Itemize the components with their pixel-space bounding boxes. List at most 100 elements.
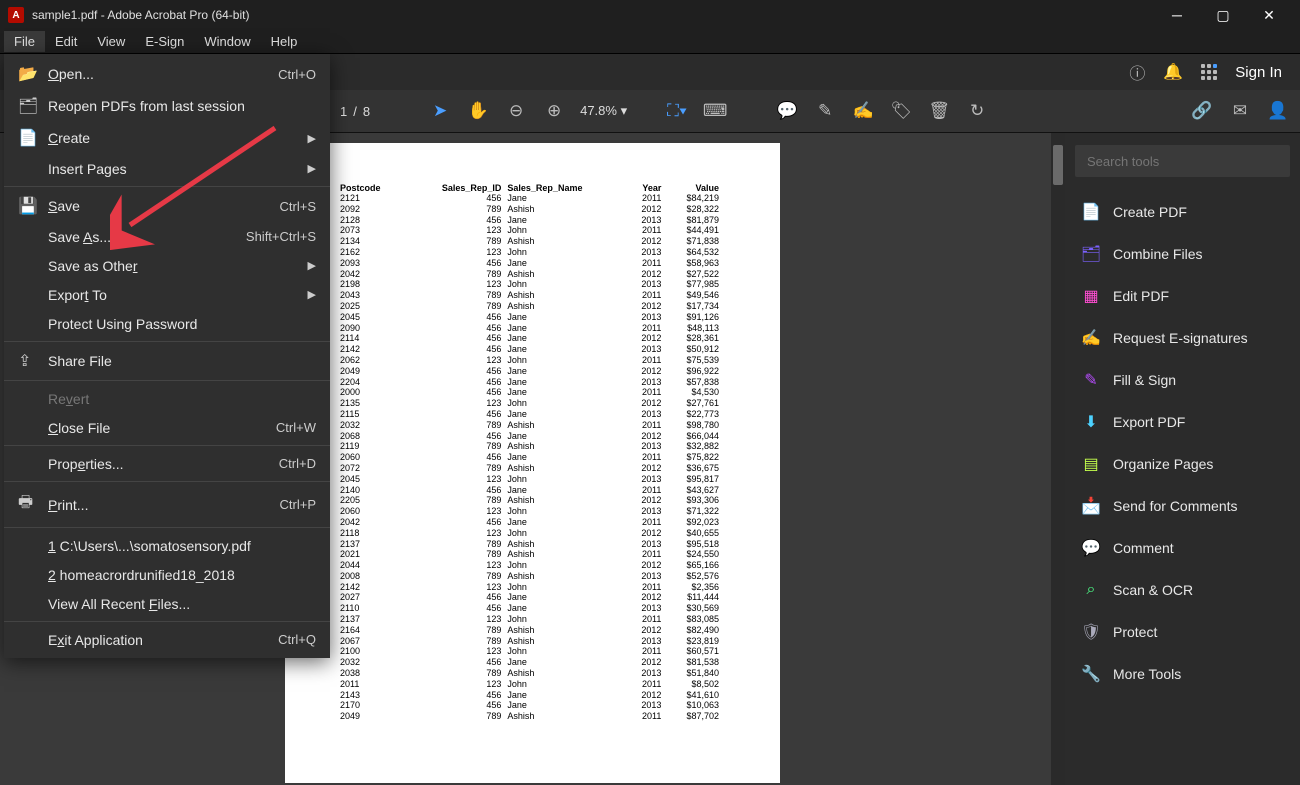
sign-in-button[interactable]: Sign In: [1235, 64, 1282, 81]
tool-label: More Tools: [1113, 666, 1181, 682]
menu-esign[interactable]: E-Sign: [135, 31, 194, 52]
email-icon[interactable]: ✉: [1228, 101, 1252, 121]
tool-request-e-signatures[interactable]: ✍Request E-signatures: [1075, 317, 1290, 359]
table-row: 2000456Jane2011$4,530: [340, 387, 725, 398]
menu-save-as[interactable]: Save As...Shift+Ctrl+S: [4, 222, 330, 251]
menu-create[interactable]: 📄Create▶: [4, 122, 330, 154]
table-row: 2049456Jane2012$96,922: [340, 366, 725, 377]
delete-icon[interactable]: 🗑: [927, 101, 951, 121]
table-row: 2032456Jane2012$81,538: [340, 657, 725, 668]
tool-fill-sign[interactable]: ✎Fill & Sign: [1075, 359, 1290, 401]
stamp-icon[interactable]: 🏷: [889, 101, 913, 121]
zoom-in-icon[interactable]: ⊕: [542, 101, 566, 121]
col-header: Year: [628, 183, 667, 193]
table-row: 2118123John2012$40,655: [340, 528, 725, 539]
pdf-page: PostcodeSales_Rep_IDSales_Rep_NameYearVa…: [285, 143, 780, 783]
table-row: 2092789Ashish2012$28,322: [340, 204, 725, 215]
tool-export-pdf[interactable]: ⬇Export PDF: [1075, 401, 1290, 443]
page-current[interactable]: 1: [340, 104, 347, 119]
close-button[interactable]: ✕: [1246, 0, 1292, 30]
menu-view[interactable]: View: [87, 31, 135, 52]
sign-icon[interactable]: ✍: [851, 101, 875, 121]
menu-protect-password[interactable]: Protect Using Password: [4, 309, 330, 338]
menu-print[interactable]: 🖶Print...Ctrl+P: [4, 485, 330, 524]
tool-more-tools[interactable]: 🔧 More Tools: [1075, 653, 1290, 695]
menu-help[interactable]: Help: [261, 31, 308, 52]
menu-open[interactable]: 📂Open...Ctrl+O: [4, 58, 330, 90]
comment-icon[interactable]: 💬: [775, 101, 799, 121]
tool-scan-ocr[interactable]: ⌕Scan & OCR: [1075, 569, 1290, 611]
table-row: 2137789Ashish2013$95,518: [340, 539, 725, 550]
read-mode-icon[interactable]: ⌨: [703, 101, 727, 121]
tool-label: Organize Pages: [1113, 456, 1213, 472]
tool-comment[interactable]: 💬Comment: [1075, 527, 1290, 569]
tool-icon: ⬇: [1081, 412, 1101, 432]
menu-save-as-other[interactable]: Save as Other▶: [4, 251, 330, 280]
search-tools-input[interactable]: [1075, 145, 1290, 177]
apps-icon[interactable]: [1201, 64, 1217, 80]
tool-edit-pdf[interactable]: ▦Edit PDF: [1075, 275, 1290, 317]
tool-label: Send for Comments: [1113, 498, 1238, 514]
tool-combine-files[interactable]: 🗂Combine Files: [1075, 233, 1290, 275]
scroll-thumb[interactable]: [1053, 145, 1063, 185]
tool-protect[interactable]: 🛡Protect: [1075, 611, 1290, 653]
menu-export-to[interactable]: Export To▶: [4, 280, 330, 309]
maximize-button[interactable]: ▢: [1200, 0, 1246, 30]
pointer-icon[interactable]: ➤: [428, 101, 452, 121]
rotate-icon[interactable]: ↻: [965, 101, 989, 121]
file-menu-dropdown: 📂Open...Ctrl+O 🗂Reopen PDFs from last se…: [4, 54, 330, 658]
table-row: 2142456Jane2013$50,912: [340, 344, 725, 355]
menu-insert-pages[interactable]: Insert Pages▶: [4, 154, 330, 183]
menu-exit[interactable]: Exit ApplicationCtrl+Q: [4, 625, 330, 654]
notifications-icon[interactable]: 🔔: [1163, 62, 1183, 82]
highlight-icon[interactable]: ✎: [813, 101, 837, 121]
table-row: 2100123John2011$60,571: [340, 646, 725, 657]
table-row: 2032789Ashish2011$98,780: [340, 420, 725, 431]
menu-edit[interactable]: Edit: [45, 31, 87, 52]
vertical-scrollbar[interactable]: [1051, 133, 1065, 785]
col-header: Sales_Rep_Name: [507, 183, 628, 193]
link-icon[interactable]: 🔗: [1190, 101, 1214, 121]
table-row: 2121456Jane2011$84,219: [340, 193, 725, 204]
menu-recent-2[interactable]: 2 homeacrordrunified18_2018: [4, 560, 330, 589]
menu-view-all-recent[interactable]: View All Recent Files...: [4, 589, 330, 618]
menu-recent-1[interactable]: 1 C:\Users\...\somatosensory.pdf: [4, 531, 330, 560]
menu-file[interactable]: File: [4, 31, 45, 52]
table-row: 2142123John2011$2,356: [340, 582, 725, 593]
menu-save[interactable]: 💾SaveCtrl+S: [4, 190, 330, 222]
menu-share-file[interactable]: ⇪Share File: [4, 345, 330, 377]
table-row: 2114456Jane2012$28,361: [340, 333, 725, 344]
menu-close-file[interactable]: Close FileCtrl+W: [4, 413, 330, 442]
menu-reopen[interactable]: 🗂Reopen PDFs from last session: [4, 90, 330, 122]
table-row: 2025789Ashish2012$17,734: [340, 301, 725, 312]
tool-icon: ⌕: [1081, 580, 1101, 600]
account-icon[interactable]: 👤: [1266, 101, 1290, 121]
table-row: 2164789Ashish2012$82,490: [340, 625, 725, 636]
help-icon[interactable]: ⓘ: [1129, 60, 1145, 84]
tool-label: Protect: [1113, 624, 1157, 640]
table-row: 2060123John2013$71,322: [340, 506, 725, 517]
table-row: 2134789Ashish2012$71,838: [340, 236, 725, 247]
minimize-button[interactable]: ─: [1154, 0, 1200, 30]
table-row: 2115456Jane2013$22,773: [340, 409, 725, 420]
table-row: 2068456Jane2012$66,044: [340, 431, 725, 442]
tool-icon: 💬: [1081, 538, 1101, 558]
tool-icon: ✍: [1081, 328, 1101, 348]
fit-width-icon[interactable]: ⛶▾: [665, 101, 689, 121]
app-icon: A: [8, 7, 24, 23]
menu-bar: File Edit View E-Sign Window Help: [0, 30, 1300, 54]
window-title: sample1.pdf - Adobe Acrobat Pro (64-bit): [32, 8, 249, 22]
table-row: 2021789Ashish2011$24,550: [340, 549, 725, 560]
menu-properties[interactable]: Properties...Ctrl+D: [4, 449, 330, 478]
zoom-level[interactable]: 47.8% ▾: [580, 103, 627, 119]
tool-icon: 🔧: [1081, 664, 1101, 684]
menu-window[interactable]: Window: [194, 31, 260, 52]
tool-send-for-comments[interactable]: 📩Send for Comments: [1075, 485, 1290, 527]
tool-create-pdf[interactable]: 📄Create PDF: [1075, 191, 1290, 233]
tool-icon: 📄: [1081, 202, 1101, 222]
table-row: 2135123John2012$27,761: [340, 398, 725, 409]
hand-icon[interactable]: ✋: [466, 101, 490, 121]
tool-organize-pages[interactable]: ▤Organize Pages: [1075, 443, 1290, 485]
table-row: 2067789Ashish2013$23,819: [340, 636, 725, 647]
zoom-out-icon[interactable]: ⊖: [504, 101, 528, 121]
